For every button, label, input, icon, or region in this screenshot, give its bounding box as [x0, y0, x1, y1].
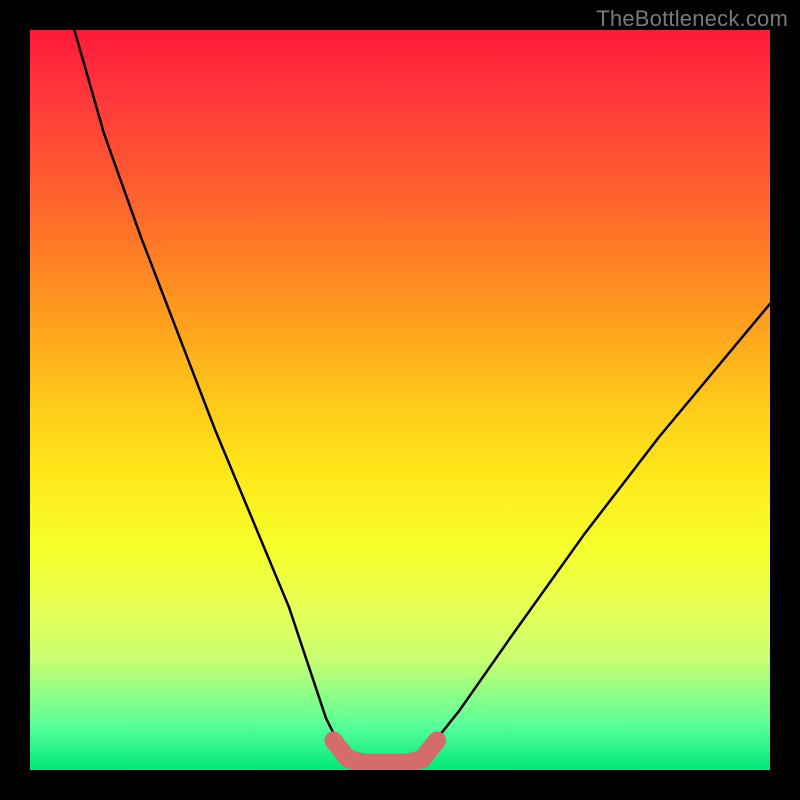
optimal-region-highlight [333, 740, 437, 762]
chart-svg [30, 30, 770, 770]
chart-frame: TheBottleneck.com [0, 0, 800, 800]
bottleneck-curve [74, 30, 770, 763]
plot-area [30, 30, 770, 770]
watermark-text: TheBottleneck.com [596, 6, 788, 32]
